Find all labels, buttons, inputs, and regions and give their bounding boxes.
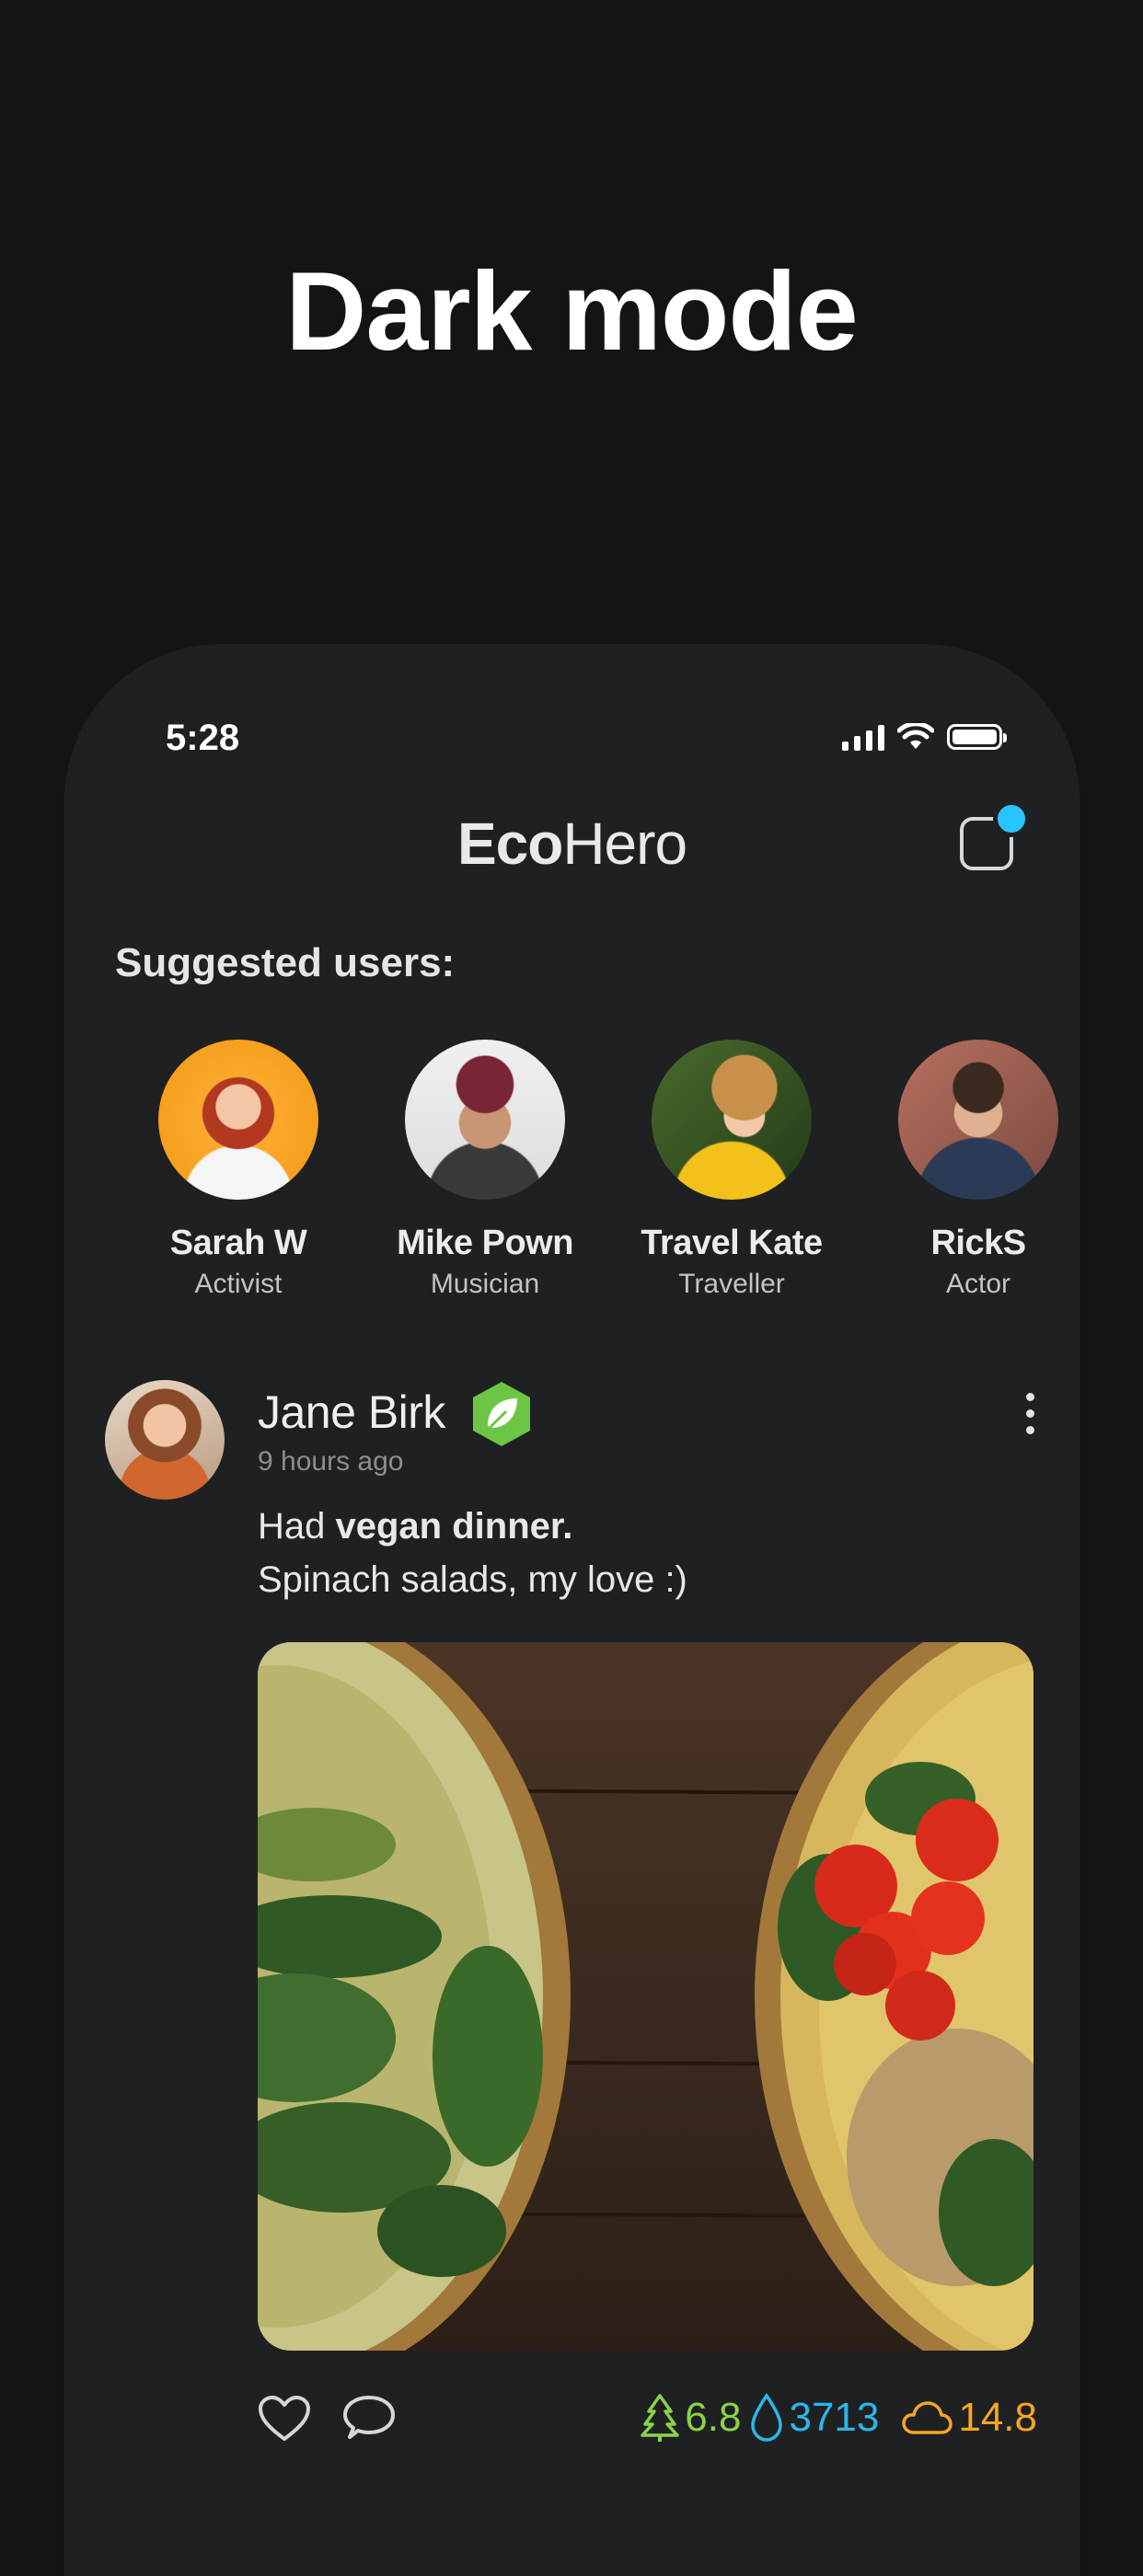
avatar	[652, 1040, 812, 1200]
cloud-icon	[902, 2401, 953, 2434]
post-image[interactable]	[258, 1642, 1033, 2351]
suggested-user[interactable]: Travel Kate Traveller	[608, 1040, 855, 1300]
logo-eco: Eco	[456, 811, 563, 877]
post-text-line1: Had vegan dinner.	[258, 1500, 687, 1553]
post-timestamp: 9 hours ago	[258, 1446, 404, 1477]
co2-stat: 14.8	[901, 2395, 1037, 2441]
app-logo: EcoHero	[64, 810, 1080, 878]
user-name: RickS	[930, 1224, 1026, 1262]
comment-icon[interactable]	[342, 2395, 396, 2443]
notification-badge	[993, 800, 1030, 837]
user-name: Sarah W	[169, 1224, 307, 1262]
eco-stats: 6.8 3713 14.8	[641, 2393, 1037, 2443]
logo-hero: Hero	[562, 811, 687, 877]
suggested-user[interactable]: RickS Actor	[855, 1040, 1080, 1300]
status-icons	[842, 723, 1007, 751]
user-role: Traveller	[678, 1269, 785, 1299]
post-text: Had vegan dinner. Spinach salads, my lov…	[258, 1500, 687, 1606]
app-header: EcoHero	[64, 800, 1080, 883]
user-role: Actor	[945, 1269, 1011, 1299]
trees-value: 6.8	[685, 2395, 742, 2440]
hero-title: Dark mode	[285, 248, 859, 374]
status-time: 5:28	[166, 718, 240, 758]
heart-icon[interactable]	[258, 2395, 311, 2443]
battery-icon	[947, 724, 1007, 750]
trees-stat: 6.8	[641, 2393, 741, 2443]
cellular-signal-icon	[842, 723, 884, 751]
phone-screen: 5:28 EcoHero Suggested users: Sarah W Ac…	[64, 644, 1080, 2576]
post-text-line2: Spinach salads, my love :)	[258, 1559, 687, 1600]
water-value: 3713	[789, 2395, 880, 2440]
tree-icon	[641, 2394, 680, 2442]
food-photo	[258, 1642, 1033, 2351]
user-role: Musician	[430, 1269, 540, 1299]
suggested-user[interactable]: Mike Pown Musician	[362, 1040, 608, 1300]
wifi-icon	[897, 723, 934, 749]
verified-leaf-icon	[473, 1382, 530, 1446]
avatar	[158, 1040, 318, 1200]
status-bar: 5:28	[64, 718, 1080, 764]
avatar	[898, 1040, 1058, 1200]
user-name: Mike Pown	[397, 1224, 573, 1262]
more-vertical-icon[interactable]	[1026, 1393, 1037, 1434]
user-name: Travel Kate	[641, 1224, 823, 1262]
post-text-bold: vegan dinner.	[335, 1506, 573, 1547]
post-text-prefix: Had	[258, 1506, 336, 1547]
post-actions: 6.8 3713 14.8	[258, 2387, 1037, 2452]
suggested-users-title: Suggested users:	[115, 940, 456, 985]
water-stat: 3713	[750, 2393, 879, 2443]
suggested-user[interactable]: Sarah W Activist	[115, 1040, 362, 1300]
post-author-name[interactable]: Jane Birk	[258, 1386, 445, 1439]
avatar	[405, 1040, 565, 1200]
post-author-avatar[interactable]	[105, 1380, 225, 1500]
water-drop-icon	[751, 2393, 783, 2442]
user-role: Activist	[194, 1269, 283, 1299]
notification-button[interactable]	[960, 800, 1030, 872]
co2-value: 14.8	[958, 2395, 1037, 2440]
